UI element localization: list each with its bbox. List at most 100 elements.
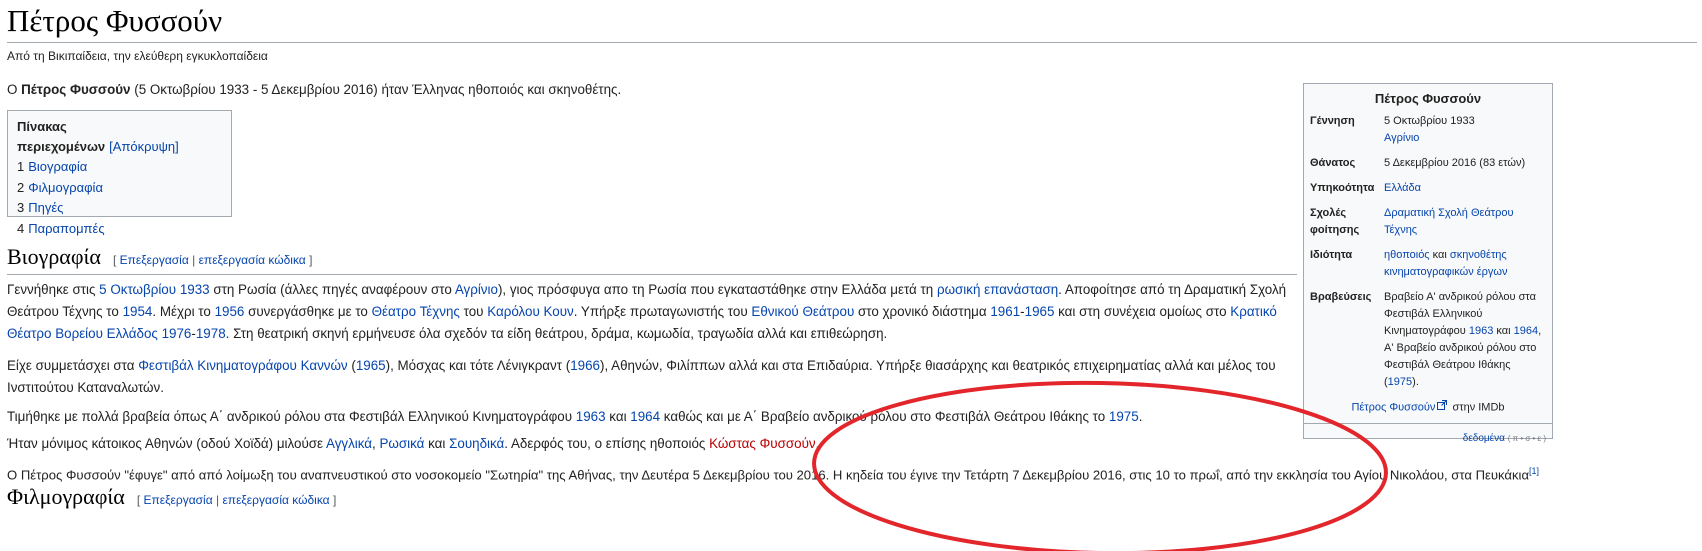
toc-number: 4 <box>17 220 25 236</box>
section-edit-links: [ Επεξεργασία | επεξεργασία κώδικα ] <box>113 253 312 267</box>
infobox: Πέτρος Φυσσούν Γέννηση 5 Οκτωβρίου 1933 Α… <box>1303 83 1553 444</box>
edit-link[interactable]: Επεξεργασία <box>120 253 189 267</box>
link[interactable]: 1964 <box>630 409 660 424</box>
link[interactable]: 1964 <box>1514 325 1538 337</box>
toc-link[interactable]: Βιογραφία <box>28 159 87 174</box>
text: Ινστιτούτου Καταναλωτών. <box>7 380 164 395</box>
link[interactable]: 1965 <box>356 358 386 373</box>
bio-paragraph-4: Ήταν μόνιμος κάτοικος Αθηνών (οδού Χοϊδά… <box>7 433 1297 455</box>
infobox-label: Θάνατος <box>1310 157 1356 169</box>
infobox-row-citizenship: Υπηκοότητα Ελλάδα <box>1310 180 1546 197</box>
edit-bracket: ] <box>305 253 313 267</box>
link[interactable]: 1933 <box>180 282 210 297</box>
link[interactable]: 1963 <box>576 409 606 424</box>
text: του <box>459 304 488 319</box>
toc-link[interactable]: Φιλμογραφία <box>28 180 103 195</box>
toc-item-filmography[interactable]: 2 Φιλμογραφία <box>17 178 222 199</box>
bio-paragraph-3: Τιμήθηκε με πολλά βραβεία όπως Α΄ ανδρικ… <box>7 406 1297 428</box>
page-title: Πέτρος Φυσσούν <box>7 3 223 38</box>
link[interactable]: Σουηδικά <box>449 436 504 451</box>
link[interactable]: Αγγλικά <box>326 436 372 451</box>
text: ), Αθηνών, Φιλίππων αλλά και στα Επιδαύρ… <box>600 358 1276 373</box>
infobox-row-death: Θάνατος 5 Δεκεμβρίου 2016 (83 ετών) <box>1310 155 1546 172</box>
toc-item-references[interactable]: 4 Παραπομπές <box>17 219 222 240</box>
link[interactable]: Θέατρο Βορείου Ελλάδος <box>7 326 158 341</box>
text: . <box>815 436 820 451</box>
toc-link[interactable]: Παραπομπές <box>28 221 104 236</box>
text: . Μέχρι το <box>152 304 215 319</box>
toc-item-sources[interactable]: 3 Πηγές <box>17 198 222 219</box>
link[interactable]: Φεστιβάλ Κινηματογράφου Καννών <box>138 358 347 373</box>
infobox-value: Βραβείο Α' ανδρικού ρόλου στα Φεστιβάλ Ε… <box>1384 289 1544 391</box>
birth-date: 5 Οκτωβρίου 1933 <box>1384 115 1475 127</box>
link[interactable]: Ρωσικά <box>379 436 424 451</box>
link[interactable]: 1963 <box>1469 325 1493 337</box>
citizenship-link[interactable]: Ελλάδα <box>1384 182 1421 194</box>
link[interactable]: 1954 <box>123 304 153 319</box>
infobox-imdb: Πέτρος Φυσσούν στην IMDb <box>1310 399 1546 416</box>
edit-separator: | <box>188 253 199 267</box>
toc-link[interactable]: Πηγές <box>28 200 63 215</box>
edit-source-link[interactable]: επεξεργασία κώδικα <box>199 253 306 267</box>
infobox-label: Γέννηση <box>1310 115 1355 127</box>
bio-paragraph-5: Ο Πέτρος Φυσσούν "έφυγε" από από λοίμωξη… <box>7 460 1697 486</box>
text: στη Ρωσία (άλλες πηγές αναφέρουν στο <box>209 282 455 297</box>
text: Γεννήθηκε στις <box>7 282 100 297</box>
infobox-title: Πέτρος Φυσσούν <box>1374 91 1482 106</box>
link[interactable]: ρωσική επανάσταση <box>937 282 1058 297</box>
link[interactable]: 1976 <box>162 326 192 341</box>
edit-bracket: ] <box>329 493 337 507</box>
text: και <box>1429 249 1450 261</box>
toc-toggle-link[interactable]: [Απόκρυψη] <box>109 139 179 154</box>
wikidata-link[interactable]: δεδομένα <box>1463 433 1505 444</box>
section-divider <box>7 274 1297 275</box>
link[interactable]: Αγρίνιο <box>455 282 498 297</box>
edit-source-link[interactable]: επεξεργασία κώδικα <box>222 493 329 507</box>
birth-place-link[interactable]: Αγρίνιο <box>1384 132 1419 144</box>
section-title: Βιογραφία <box>7 244 101 269</box>
text: Θεάτρου Τέχνης το <box>7 304 123 319</box>
infobox-row-school: Σχολές φοίτησης Δραματική Σχολή Θεάτρου … <box>1310 205 1546 239</box>
toc-number: 2 <box>17 179 25 195</box>
section-heading-filmography: Φιλμογραφία [ Επεξεργασία | επεξεργασία κ… <box>7 484 1297 516</box>
text: και <box>605 409 631 424</box>
link[interactable]: Καρόλου Κουν <box>487 304 574 319</box>
imdb-link[interactable]: Πέτρος Φυσσούν <box>1351 401 1435 413</box>
table-of-contents: Πίνακας περιεχομένων [Απόκρυψη] 1 Βιογραφί… <box>7 110 232 236</box>
toc-item-biography[interactable]: 1 Βιογραφία <box>17 157 222 178</box>
reference-link[interactable]: [1] <box>1529 466 1539 476</box>
toc-number: 3 <box>17 200 25 215</box>
infobox-divider <box>1304 423 1552 425</box>
redlink[interactable]: Κώστας Φυσσούν <box>709 436 816 451</box>
text: Ήταν μόνιμος κάτοικος Αθηνών (οδού Χοϊδά… <box>7 436 326 451</box>
link[interactable]: 1975 <box>1388 376 1412 388</box>
section-edit-links: [ Επεξεργασία | επεξεργασία κώδικα ] <box>137 493 336 507</box>
school-link[interactable]: Δραματική Σχολή Θεάτρου Τέχνης <box>1384 207 1514 236</box>
infobox-value: 5 Οκτωβρίου 1933 Αγρίνιο <box>1384 113 1544 147</box>
text: και <box>1493 325 1514 337</box>
link[interactable]: 1965 <box>1025 304 1055 319</box>
link[interactable]: 1978 <box>196 326 226 341</box>
text: ). <box>1412 376 1419 388</box>
infobox-label: Σχολές φοίτησης <box>1310 207 1360 236</box>
link[interactable]: Κρατικό <box>1230 304 1277 319</box>
imdb-text: στην IMDb <box>1449 401 1505 414</box>
link[interactable]: 1961 <box>990 304 1020 319</box>
occupation-link[interactable]: ηθοποιός <box>1384 249 1430 261</box>
link[interactable]: 1956 <box>215 304 245 319</box>
title-divider <box>7 42 1697 43</box>
text: . Αδερφός του, ο επίσης ηθοποιός <box>504 436 710 451</box>
text: . Στη θεατρική σκηνή ερμήνευσε όλα σχεδό… <box>225 326 888 341</box>
wikidata-edit-links[interactable]: ( π • σ • ε ) <box>1508 434 1546 443</box>
lead-name: Πέτρος Φυσσούν <box>21 82 131 97</box>
link[interactable]: 1975 <box>1109 409 1139 424</box>
link[interactable]: 5 Οκτωβρίου <box>99 282 176 297</box>
edit-link[interactable]: Επεξεργασία <box>144 493 213 507</box>
link[interactable]: Εθνικού Θεάτρου <box>751 304 854 319</box>
text: . Υπήρξε πρωταγωνιστής του <box>573 304 752 319</box>
infobox-value: Δραματική Σχολή Θεάτρου Τέχνης <box>1384 205 1544 239</box>
infobox-row-occupation: Ιδιότητα ηθοποιός και σκηνοθέτης κινηματ… <box>1310 247 1546 281</box>
text: Τιμήθηκε με πολλά βραβεία όπως Α΄ ανδρικ… <box>7 409 576 424</box>
link[interactable]: 1966 <box>570 358 600 373</box>
link[interactable]: Θέατρο Τέχνης <box>372 304 460 319</box>
